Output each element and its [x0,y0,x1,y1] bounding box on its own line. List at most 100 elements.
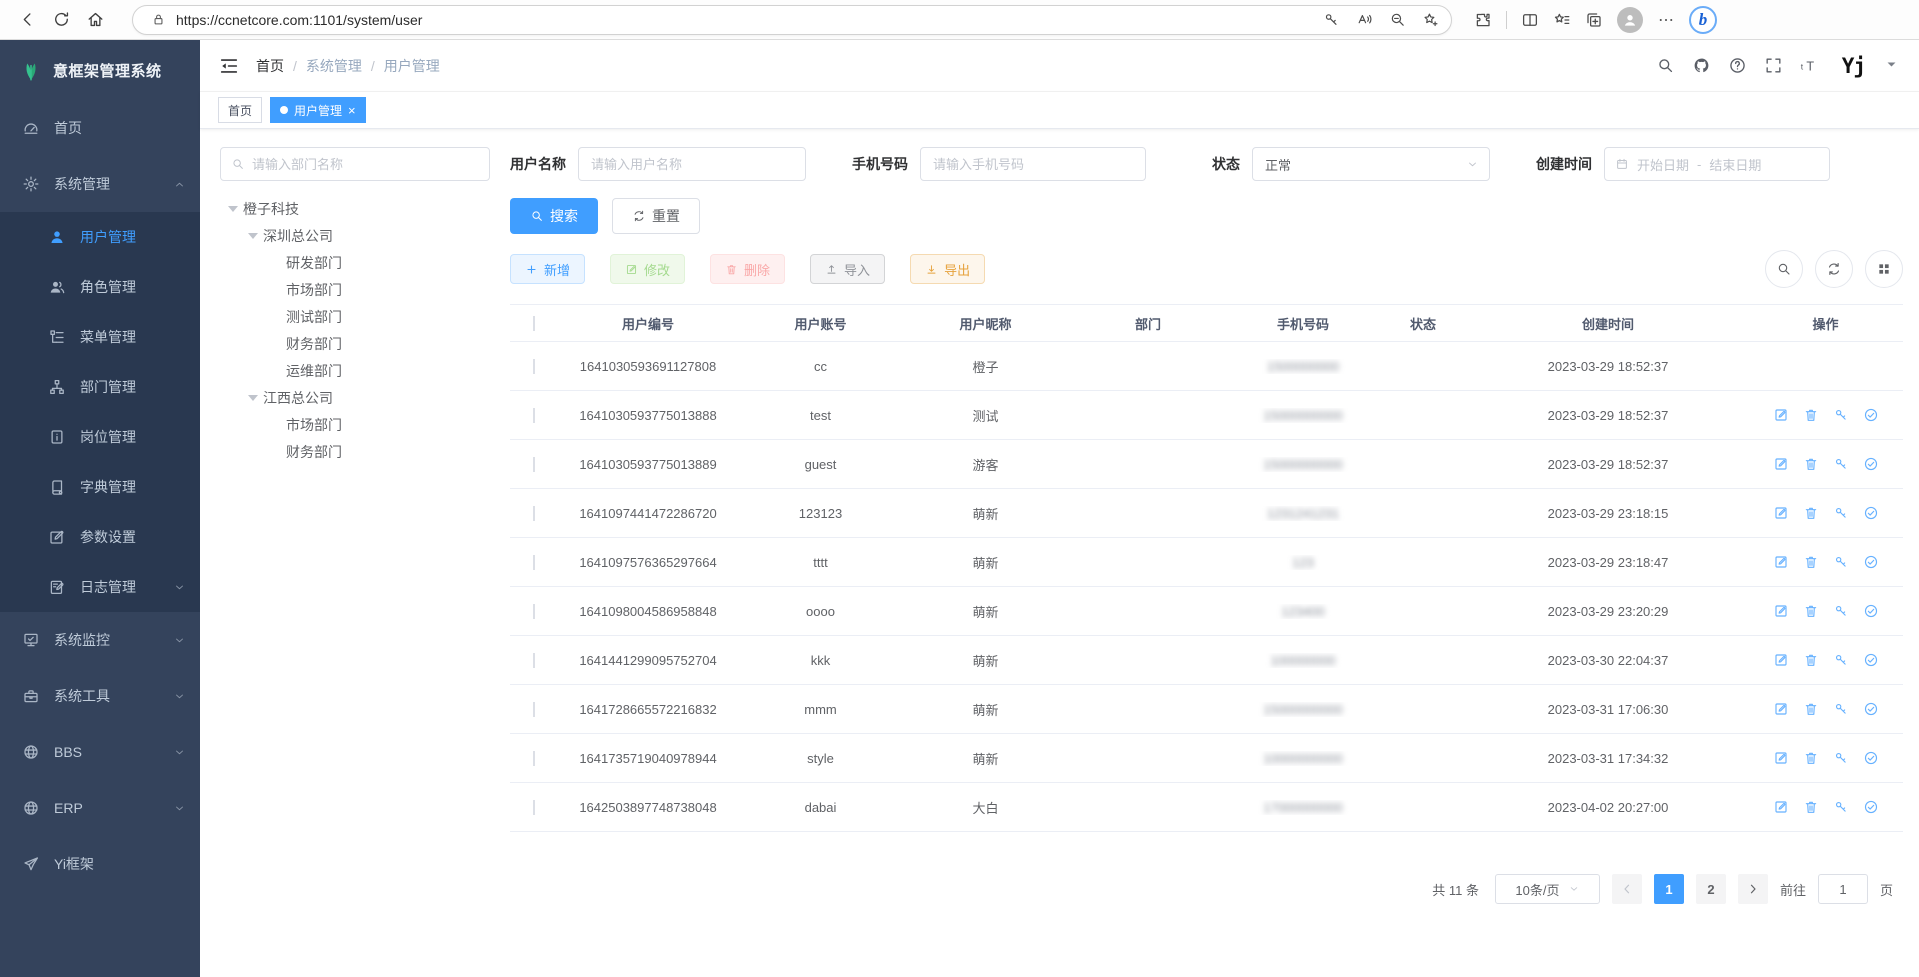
edit-icon[interactable] [1773,799,1789,815]
sidebar-item-7[interactable]: 字典管理 [0,462,200,512]
sidebar-item-14[interactable]: Yi框架 [0,836,200,892]
sidebar-collapse-icon[interactable] [218,55,240,77]
favorite-add-icon[interactable] [1422,11,1439,28]
more-icon[interactable] [1657,11,1675,29]
sidebar-item-11[interactable]: 系统工具 [0,668,200,724]
assign-role-icon[interactable] [1863,799,1879,815]
select-all-checkbox[interactable] [533,316,535,331]
dept-search-input[interactable] [252,157,479,172]
sidebar-item-2[interactable]: 用户管理 [0,212,200,262]
delete-button[interactable]: 删除 [710,254,785,284]
sidebar-item-5[interactable]: 部门管理 [0,362,200,412]
edit-icon[interactable] [1773,750,1789,766]
delete-icon[interactable] [1803,407,1819,423]
collections-icon[interactable] [1585,11,1603,29]
reset-password-icon[interactable] [1833,407,1849,423]
search-button[interactable]: 搜索 [510,198,598,234]
tab-tag-0[interactable]: 首页 [218,97,262,123]
tree-node-5[interactable]: 财务部门 [220,330,490,357]
tree-node-8[interactable]: 市场部门 [220,411,490,438]
breadcrumb-home[interactable]: 首页 [256,56,284,76]
app-logo[interactable]: 意框架管理系统 [0,40,200,100]
date-range-picker[interactable]: 开始日期 - 结束日期 [1604,147,1830,181]
row-checkbox[interactable] [533,457,535,472]
tree-node-4[interactable]: 测试部门 [220,303,490,330]
delete-icon[interactable] [1803,554,1819,570]
modify-button[interactable]: 修改 [610,254,685,284]
delete-icon[interactable] [1803,652,1819,668]
delete-icon[interactable] [1803,505,1819,521]
row-checkbox[interactable] [533,359,535,374]
browser-home-button[interactable] [78,4,112,36]
tree-node-3[interactable]: 市场部门 [220,276,490,303]
favorites-bar-icon[interactable] [1553,11,1571,29]
sidebar-item-12[interactable]: BBS [0,724,200,780]
import-button[interactable]: 导入 [810,254,885,284]
page-size-select[interactable]: 10条/页 [1495,874,1600,904]
assign-role-icon[interactable] [1863,456,1879,472]
reset-password-icon[interactable] [1833,750,1849,766]
page-button-1[interactable]: 1 [1654,874,1684,904]
row-checkbox[interactable] [533,653,535,668]
goto-page-input[interactable] [1818,874,1868,904]
edit-icon[interactable] [1773,505,1789,521]
delete-icon[interactable] [1803,456,1819,472]
assign-role-icon[interactable] [1863,701,1879,717]
row-checkbox[interactable] [533,506,535,521]
breadcrumb-user[interactable]: 用户管理 [384,56,440,76]
edit-icon[interactable] [1773,603,1789,619]
assign-role-icon[interactable] [1863,505,1879,521]
add-button[interactable]: 新增 [510,254,585,284]
reset-button[interactable]: 重置 [612,198,700,234]
reset-password-icon[interactable] [1833,701,1849,717]
sidebar-item-10[interactable]: 系统监控 [0,612,200,668]
edit-icon[interactable] [1773,554,1789,570]
profile-avatar[interactable] [1617,7,1643,33]
row-checkbox[interactable] [533,555,535,570]
row-checkbox[interactable] [533,702,535,717]
sidebar-item-3[interactable]: 角色管理 [0,262,200,312]
reset-password-icon[interactable] [1833,554,1849,570]
url-text[interactable]: https://ccnetcore.com:1101/system/user [176,12,1323,28]
github-icon[interactable] [1692,56,1711,75]
assign-role-icon[interactable] [1863,750,1879,766]
delete-icon[interactable] [1803,750,1819,766]
extensions-icon[interactable] [1474,11,1492,29]
refresh-table-button[interactable] [1815,250,1853,288]
tree-node-9[interactable]: 财务部门 [220,438,490,465]
status-select[interactable]: 正常 [1252,147,1490,181]
tree-expand-caret[interactable] [248,233,258,239]
row-checkbox[interactable] [533,800,535,815]
reset-password-icon[interactable] [1833,652,1849,668]
page-button-2[interactable]: 2 [1696,874,1726,904]
fullscreen-icon[interactable] [1764,56,1783,75]
columns-button[interactable] [1865,250,1903,288]
toggle-search-button[interactable] [1765,250,1803,288]
browser-back-button[interactable] [10,4,44,36]
sidebar-item-4[interactable]: 菜单管理 [0,312,200,362]
tree-node-6[interactable]: 运维部门 [220,357,490,384]
breadcrumb-system[interactable]: 系统管理 [306,56,362,76]
browser-reload-button[interactable] [44,4,78,36]
split-screen-icon[interactable] [1521,11,1539,29]
phone-input[interactable] [920,147,1146,181]
address-bar[interactable]: https://ccnetcore.com:1101/system/user [132,5,1452,35]
font-size-icon[interactable]: tT [1800,56,1819,75]
read-aloud-icon[interactable] [1356,11,1373,28]
assign-role-icon[interactable] [1863,652,1879,668]
delete-icon[interactable] [1803,701,1819,717]
tree-node-7[interactable]: 江西总公司 [220,384,490,411]
row-checkbox[interactable] [533,751,535,766]
close-icon[interactable]: × [348,104,356,117]
sidebar-item-8[interactable]: 参数设置 [0,512,200,562]
edit-icon[interactable] [1773,456,1789,472]
sidebar-item-13[interactable]: ERP [0,780,200,836]
assign-role-icon[interactable] [1863,603,1879,619]
sidebar-item-1[interactable]: 系统管理 [0,156,200,212]
tree-node-1[interactable]: 深圳总公司 [220,222,490,249]
row-checkbox[interactable] [533,604,535,619]
edit-icon[interactable] [1773,652,1789,668]
next-page-button[interactable] [1738,874,1768,904]
sidebar-item-6[interactable]: 岗位管理 [0,412,200,462]
row-checkbox[interactable] [533,408,535,423]
